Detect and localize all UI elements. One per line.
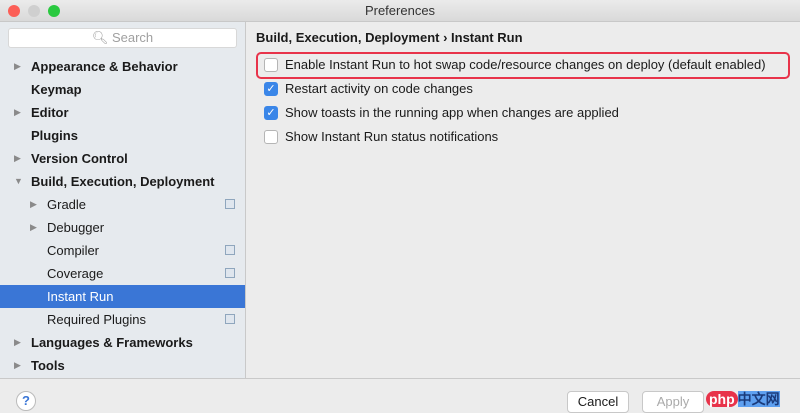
chevron-right-icon[interactable]: ▶ [14,147,21,170]
tree-item-label: Instant Run [47,289,114,304]
help-button[interactable]: ? [16,391,36,411]
close-button[interactable] [8,5,20,17]
tree-item-label: Editor [31,105,69,120]
chevron-right-icon[interactable]: ▶ [14,101,21,124]
tree-item[interactable]: Keymap [0,78,245,101]
tree-item-label: Compiler [47,243,100,258]
tree-item-label: Coverage [47,266,104,281]
option-label: Show Instant Run status notifications [285,129,499,144]
tree-item-label: Version Control [31,151,128,166]
window-title: Preferences [364,3,436,18]
tree-item[interactable]: Instant Run [0,285,245,308]
tree-item[interactable]: ▶ Gradle [0,193,245,216]
tree-item[interactable]: Required Plugins [0,308,245,331]
breadcrumb: Build, Execution, Deployment › Instant R… [256,30,523,45]
chevron-right-icon[interactable]: ▶ [14,331,21,354]
chevron-right-icon[interactable]: ▶ [14,354,21,377]
apply-button[interactable]: Apply [642,391,704,413]
tree-item[interactable]: Plugins [0,124,245,147]
minimize-button[interactable] [28,5,40,17]
checkbox[interactable] [264,130,278,144]
tree-item[interactable]: ▶ Version Control [0,147,245,170]
tree-item[interactable]: ▶ Editor [0,101,245,124]
chevron-right-icon[interactable]: ▶ [30,193,37,216]
tree-item-label: Plugins [31,128,78,143]
project-settings-icon [225,199,235,209]
tree-item-label: Keymap [31,82,82,97]
tree-item-label: Build, Execution, Deployment [31,174,215,189]
chevron-down-icon[interactable]: ▼ [14,170,23,193]
tree-item[interactable]: Coverage [0,262,245,285]
option-label: Restart activity on code changes [285,81,473,96]
tree-item[interactable]: ▶ Tools [0,354,245,377]
search-icon: 🔍︎ [91,30,112,45]
tree-item[interactable]: ▶ Debugger [0,216,245,239]
tree-item-label: Gradle [47,197,87,212]
checkbox[interactable]: ✓ [264,106,278,120]
chevron-right-icon[interactable]: ▶ [14,55,21,78]
project-settings-icon [225,268,235,278]
title-bar: Preferences [0,0,800,22]
option-label: Show toasts in the running app when chan… [285,105,619,120]
checkbox[interactable]: ✓ [264,82,278,96]
zoom-button[interactable] [48,5,60,17]
settings-sidebar: 🔍︎ Search ▶ Appearance & Behavior Keymap ▶ E… [0,22,246,378]
checkbox[interactable] [264,58,278,72]
cancel-button[interactable]: Cancel [567,391,629,413]
tree-item-label: Languages & Frameworks [31,335,193,350]
tree-item[interactable]: ▶ Languages & Frameworks [0,331,245,354]
tree-item-label: Required Plugins [47,312,147,327]
chevron-right-icon[interactable]: ▶ [30,216,37,239]
tree-item-label: Tools [31,358,65,373]
tree-item[interactable]: Compiler [0,239,245,262]
tree-item-label: Appearance & Behavior [31,59,178,74]
option-label: Enable Instant Run to hot swap code/reso… [285,57,766,72]
project-settings-icon [225,245,235,255]
project-settings-icon [225,314,235,324]
footer: ? Cancel Apply php 中文网 [0,378,800,413]
instant-run-panel: Build, Execution, Deployment › Instant R… [246,22,800,378]
search-input[interactable]: 🔍︎ Search [8,28,237,48]
tree-item[interactable]: ▼ Build, Execution, Deployment [0,170,245,193]
watermark: php 中文网 [706,389,780,409]
tree-item-label: Debugger [47,220,105,235]
tree-item[interactable]: ▶ Appearance & Behavior [0,55,245,78]
